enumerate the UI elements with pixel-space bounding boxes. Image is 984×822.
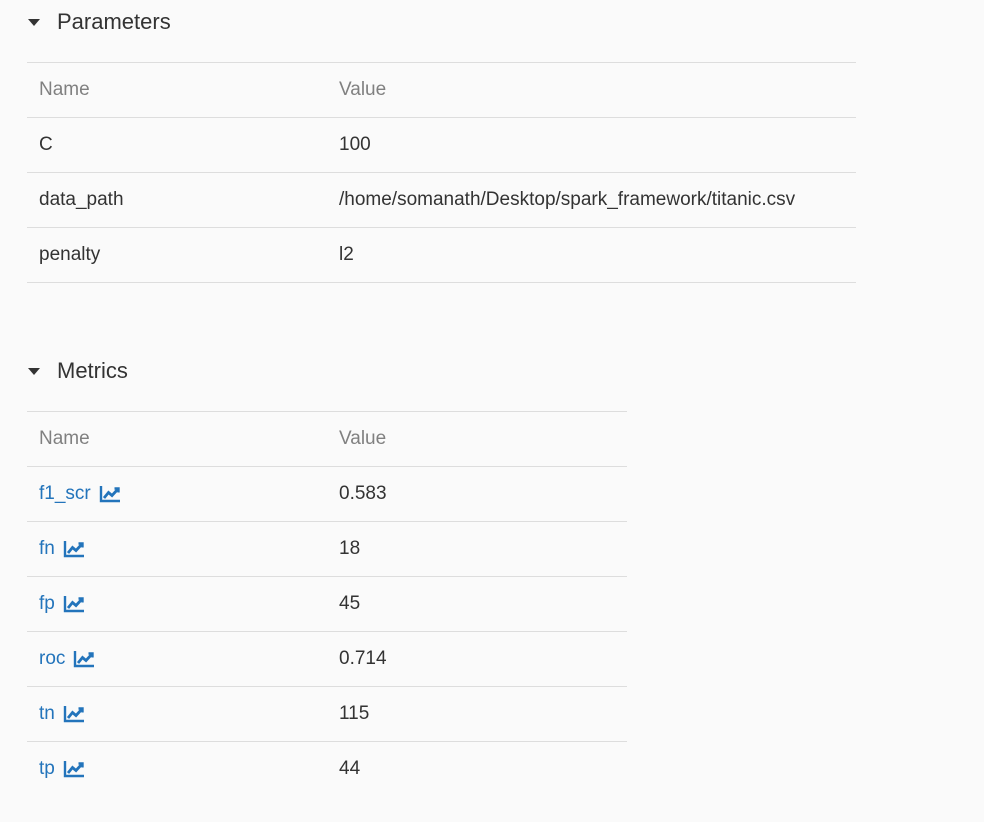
parameters-title: Parameters [57, 9, 171, 34]
metric-value: 0.583 [327, 466, 627, 522]
parameter-name: C [27, 117, 327, 173]
metric-link-tn[interactable]: tn [39, 703, 85, 725]
metrics-section-toggle[interactable]: Metrics [28, 359, 128, 383]
parameter-name: penalty [27, 227, 327, 283]
metric-value: 44 [327, 741, 627, 796]
metrics-table-header: Name Value [27, 411, 627, 467]
metric-row: fn 18 [27, 521, 627, 577]
metric-link-fn[interactable]: fn [39, 538, 85, 560]
metric-name-cell: tn [27, 686, 327, 742]
metric-link-fp[interactable]: fp [39, 593, 85, 615]
metric-name-cell: roc [27, 631, 327, 687]
metric-name-cell: f1_scr [27, 466, 327, 522]
metric-row: fp 45 [27, 576, 627, 632]
parameters-table: Name Value C 100 data_path /home/somanat… [27, 62, 856, 283]
parameter-row: C 100 [27, 117, 856, 173]
metrics-title: Metrics [57, 358, 128, 383]
metric-value: 115 [327, 686, 627, 742]
metric-value: 18 [327, 521, 627, 577]
metrics-value-header: Value [327, 411, 627, 467]
metric-link-tp[interactable]: tp [39, 758, 85, 780]
metric-value: 0.714 [327, 631, 627, 687]
caret-down-icon [28, 18, 40, 26]
parameter-value: l2 [327, 227, 856, 283]
metric-name: fp [39, 593, 55, 614]
caret-down-icon [28, 367, 40, 375]
metric-value: 45 [327, 576, 627, 632]
parameter-row: penalty l2 [27, 227, 856, 283]
line-chart-icon [63, 541, 84, 558]
parameter-value: /home/somanath/Desktop/spark_framework/t… [327, 172, 856, 228]
parameters-value-header: Value [327, 62, 856, 118]
run-details-page: Parameters Name Value C 100 data_path /h… [0, 0, 984, 822]
parameters-name-header: Name [27, 62, 327, 118]
line-chart-icon [63, 761, 84, 778]
metric-row: roc 0.714 [27, 631, 627, 687]
parameter-name: data_path [27, 172, 327, 228]
metric-row: tp 44 [27, 741, 627, 796]
parameters-table-header: Name Value [27, 62, 856, 118]
metric-name: f1_scr [39, 483, 91, 504]
metric-link-f1-scr[interactable]: f1_scr [39, 483, 121, 505]
metric-name: fn [39, 538, 55, 559]
metric-name: tp [39, 758, 55, 779]
metric-link-roc[interactable]: roc [39, 648, 95, 670]
parameters-section-toggle[interactable]: Parameters [28, 10, 171, 34]
metric-name-cell: fp [27, 576, 327, 632]
metric-row: tn 115 [27, 686, 627, 742]
metric-row: f1_scr 0.583 [27, 466, 627, 522]
parameter-row: data_path /home/somanath/Desktop/spark_f… [27, 172, 856, 228]
metric-name: tn [39, 703, 55, 724]
parameter-value: 100 [327, 117, 856, 173]
metric-name-cell: fn [27, 521, 327, 577]
line-chart-icon [99, 486, 120, 503]
metric-name-cell: tp [27, 741, 327, 796]
line-chart-icon [63, 706, 84, 723]
line-chart-icon [63, 596, 84, 613]
line-chart-icon [74, 651, 95, 668]
metrics-name-header: Name [27, 411, 327, 467]
metric-name: roc [39, 648, 66, 669]
metrics-table: Name Value f1_scr 0.583 fn 18 fp 45 roc … [27, 411, 627, 796]
